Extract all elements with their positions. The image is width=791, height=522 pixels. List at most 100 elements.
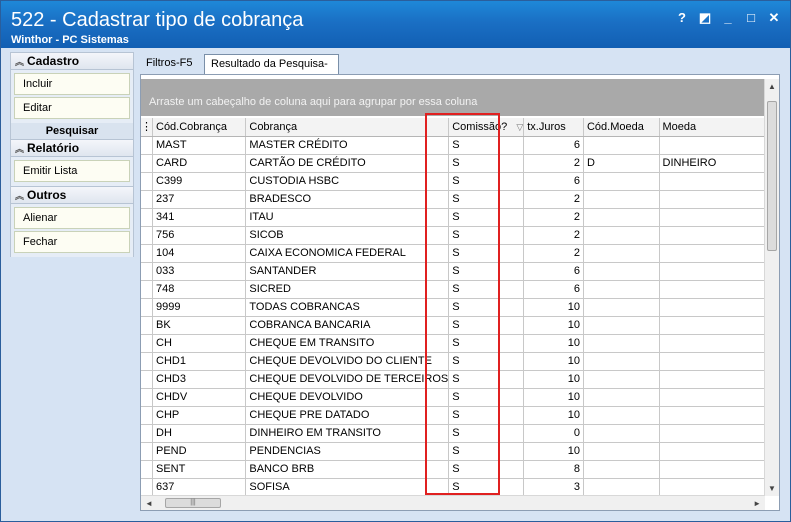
cell-moeda[interactable]: [659, 298, 765, 317]
cell-tx-juros[interactable]: 8: [523, 460, 584, 479]
cell-cobranca[interactable]: TODAS COBRANCAS: [245, 298, 450, 317]
pesquisar-button[interactable]: Pesquisar: [10, 123, 134, 139]
cell-tx-juros[interactable]: 10: [523, 442, 584, 461]
cell-moeda[interactable]: [659, 406, 765, 425]
horizontal-scroll-thumb[interactable]: |||: [165, 498, 221, 508]
row-indicator[interactable]: [141, 172, 153, 191]
table-row[interactable]: BK COBRANCA BANCARIA S 10: [141, 316, 765, 335]
cell-cobranca[interactable]: SOFISA: [245, 478, 450, 496]
cell-moeda[interactable]: [659, 334, 765, 353]
cell-cobranca[interactable]: CHEQUE DEVOLVIDO DE TERCEIROS: [245, 370, 450, 389]
cell-moeda[interactable]: [659, 316, 765, 335]
cell-comissao[interactable]: S: [448, 316, 525, 335]
cell-comissao[interactable]: S: [448, 262, 525, 281]
cell-moeda[interactable]: [659, 172, 765, 191]
table-row[interactable]: 9999 TODAS COBRANCAS S 10: [141, 298, 765, 317]
cell-comissao[interactable]: S: [448, 334, 525, 353]
cell-cod-cobranca[interactable]: CHD1: [152, 352, 247, 371]
cell-moeda[interactable]: [659, 460, 765, 479]
cell-tx-juros[interactable]: 2: [523, 154, 584, 173]
cell-cod-moeda[interactable]: [583, 244, 660, 263]
cell-cod-cobranca[interactable]: 756: [152, 226, 247, 245]
cell-tx-juros[interactable]: 10: [523, 298, 584, 317]
row-indicator[interactable]: [141, 334, 153, 353]
cell-cobranca[interactable]: MASTER CRÉDITO: [245, 136, 450, 155]
cell-moeda[interactable]: [659, 370, 765, 389]
cell-moeda[interactable]: [659, 352, 765, 371]
cell-moeda[interactable]: [659, 478, 765, 496]
cell-comissao[interactable]: S: [448, 280, 525, 299]
cell-moeda[interactable]: [659, 424, 765, 443]
cell-comissao[interactable]: S: [448, 208, 525, 227]
cell-tx-juros[interactable]: 2: [523, 190, 584, 209]
table-row[interactable]: MAST MASTER CRÉDITO S 6: [141, 136, 765, 155]
table-row[interactable]: CHD1 CHEQUE DEVOLVIDO DO CLIENTE S 10: [141, 352, 765, 371]
cell-tx-juros[interactable]: 10: [523, 388, 584, 407]
cell-cod-cobranca[interactable]: CHD3: [152, 370, 247, 389]
table-row[interactable]: CARD CARTÃO DE CRÉDITO S 2 D DINHEIRO: [141, 154, 765, 173]
cell-comissao[interactable]: S: [448, 298, 525, 317]
table-row[interactable]: 237 BRADESCO S 2: [141, 190, 765, 209]
table-row[interactable]: 748 SICRED S 6: [141, 280, 765, 299]
cell-cod-moeda[interactable]: [583, 208, 660, 227]
row-indicator[interactable]: [141, 190, 153, 209]
cell-moeda[interactable]: DINHEIRO: [659, 154, 765, 173]
cell-cod-moeda[interactable]: [583, 478, 660, 496]
section-relatorio-header[interactable]: ︽ Relatório: [10, 139, 134, 157]
cell-cod-cobranca[interactable]: CHP: [152, 406, 247, 425]
cell-comissao[interactable]: S: [448, 226, 525, 245]
fechar-button[interactable]: Fechar: [14, 231, 130, 253]
close-icon[interactable]: ✕: [765, 9, 783, 27]
row-indicator[interactable]: [141, 460, 153, 479]
cell-tx-juros[interactable]: 2: [523, 208, 584, 227]
column-chooser-icon[interactable]: ⋮: [141, 118, 153, 137]
cell-cod-cobranca[interactable]: 637: [152, 478, 247, 496]
row-indicator[interactable]: [141, 280, 153, 299]
cell-moeda[interactable]: [659, 244, 765, 263]
cell-cobranca[interactable]: BRADESCO: [245, 190, 450, 209]
cell-tx-juros[interactable]: 10: [523, 352, 584, 371]
section-outros-header[interactable]: ︽ Outros: [10, 186, 134, 204]
cell-cobranca[interactable]: SICOB: [245, 226, 450, 245]
cell-cobranca[interactable]: CHEQUE DEVOLVIDO: [245, 388, 450, 407]
cell-cod-moeda[interactable]: [583, 370, 660, 389]
cell-cod-cobranca[interactable]: 237: [152, 190, 247, 209]
row-indicator[interactable]: [141, 262, 153, 281]
cell-moeda[interactable]: [659, 226, 765, 245]
cell-moeda[interactable]: [659, 136, 765, 155]
cell-comissao[interactable]: S: [448, 478, 525, 496]
table-row[interactable]: 637 SOFISA S 3: [141, 478, 765, 496]
cell-tx-juros[interactable]: 0: [523, 424, 584, 443]
cell-comissao[interactable]: S: [448, 388, 525, 407]
cell-cobranca[interactable]: BANCO BRB: [245, 460, 450, 479]
cell-tx-juros[interactable]: 6: [523, 136, 584, 155]
table-row[interactable]: 341 ITAU S 2: [141, 208, 765, 227]
cell-cod-moeda[interactable]: [583, 406, 660, 425]
incluir-button[interactable]: Incluir: [14, 73, 130, 95]
row-indicator[interactable]: [141, 154, 153, 173]
row-indicator[interactable]: [141, 370, 153, 389]
table-row[interactable]: CHDV CHEQUE DEVOLVIDO S 10: [141, 388, 765, 407]
column-header-cobranca[interactable]: Cobrança: [245, 118, 450, 137]
cell-cod-moeda[interactable]: [583, 442, 660, 461]
cell-cod-cobranca[interactable]: SENT: [152, 460, 247, 479]
horizontal-scrollbar[interactable]: ◄ ||| ►: [141, 495, 765, 510]
cell-moeda[interactable]: [659, 262, 765, 281]
cell-tx-juros[interactable]: 6: [523, 172, 584, 191]
cell-cod-cobranca[interactable]: CH: [152, 334, 247, 353]
cell-comissao[interactable]: S: [448, 424, 525, 443]
cell-cod-moeda[interactable]: [583, 136, 660, 155]
cell-cobranca[interactable]: CHEQUE PRE DATADO: [245, 406, 450, 425]
tab-filtros[interactable]: Filtros-F5: [140, 54, 202, 74]
tab-resultado-pesquisa[interactable]: Resultado da Pesquisa-F6: [204, 54, 339, 88]
cell-tx-juros[interactable]: 10: [523, 334, 584, 353]
cell-cod-moeda[interactable]: [583, 352, 660, 371]
cell-cobranca[interactable]: SICRED: [245, 280, 450, 299]
row-indicator[interactable]: [141, 478, 153, 496]
cell-comissao[interactable]: S: [448, 370, 525, 389]
cell-cod-moeda[interactable]: [583, 334, 660, 353]
cell-moeda[interactable]: [659, 442, 765, 461]
cell-cobranca[interactable]: PENDENCIAS: [245, 442, 450, 461]
cell-moeda[interactable]: [659, 190, 765, 209]
filter-icon[interactable]: ▽: [516, 122, 522, 132]
